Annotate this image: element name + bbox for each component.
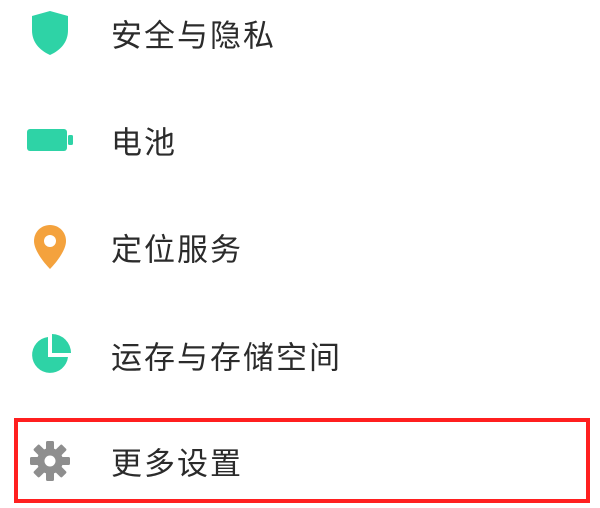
settings-item-storage[interactable]: 运存与存储空间 — [0, 310, 600, 400]
settings-item-label: 运存与存储空间 — [111, 340, 342, 377]
settings-item-label: 安全与隐私 — [111, 18, 276, 55]
battery-icon — [26, 116, 74, 164]
settings-item-location[interactable]: 定位服务 — [0, 202, 600, 292]
shield-icon — [26, 9, 74, 57]
location-pin-icon — [26, 223, 74, 271]
settings-item-label: 定位服务 — [111, 232, 243, 269]
pie-chart-icon — [26, 331, 74, 379]
settings-item-security-privacy[interactable]: 安全与隐私 — [0, 0, 600, 78]
gear-icon — [26, 437, 74, 485]
settings-item-label: 更多设置 — [111, 446, 243, 483]
settings-item-label: 电池 — [111, 125, 177, 162]
settings-item-more-settings[interactable]: 更多设置 — [0, 416, 600, 506]
settings-list: 安全与隐私 电池 定位服务 运存与存储空间 更多设置 — [0, 0, 600, 508]
settings-item-battery[interactable]: 电池 — [0, 95, 600, 185]
